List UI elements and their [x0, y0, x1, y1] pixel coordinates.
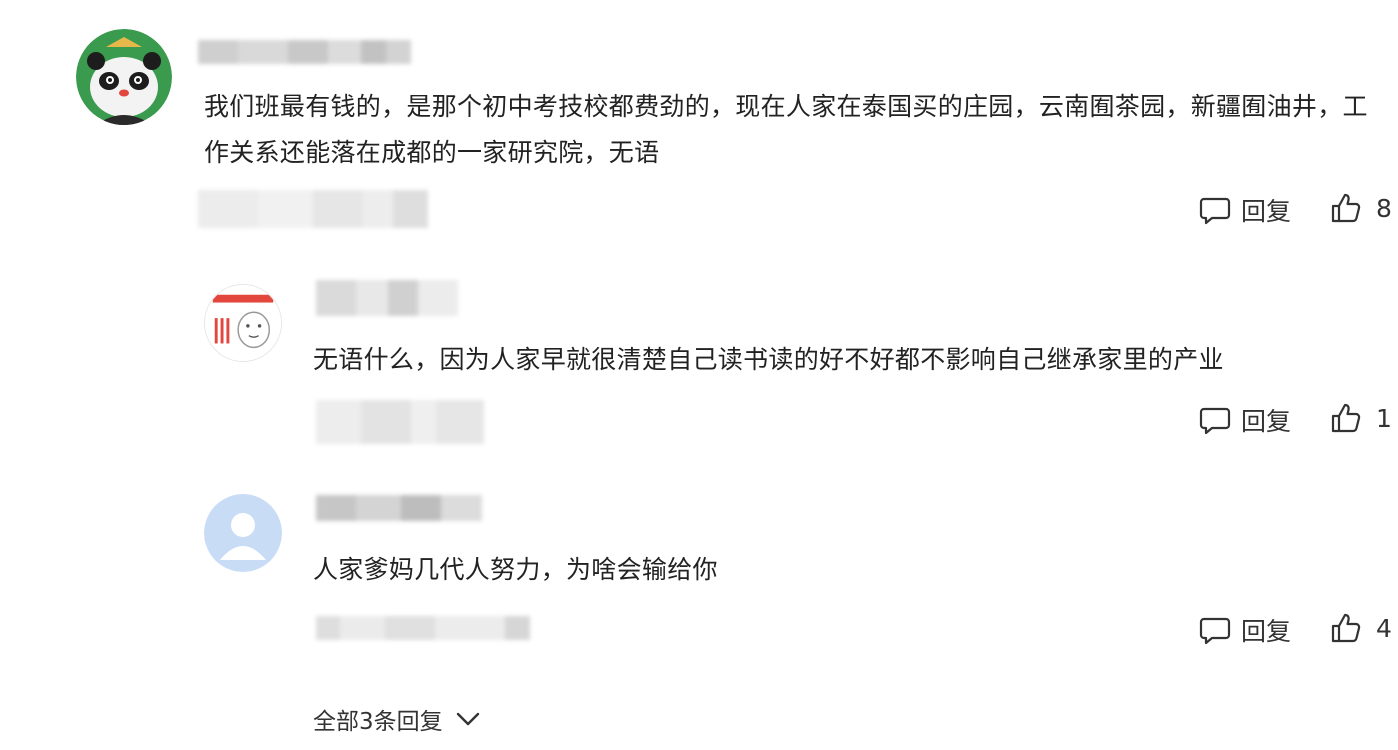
thumbs-up-icon	[1331, 613, 1361, 643]
like-count: 4	[1376, 613, 1392, 643]
expand-replies-label: 全部3条回复	[313, 709, 443, 735]
username-blurred	[316, 280, 458, 316]
avatar[interactable]	[204, 284, 282, 362]
chevron-down-icon	[456, 712, 479, 726]
comment-text: 人家爹妈几代人努力，为啥会输给你	[313, 555, 718, 584]
reply-button[interactable]: 回复	[1199, 402, 1291, 438]
thumbs-up-icon	[1331, 193, 1361, 223]
like-count: 8	[1376, 193, 1392, 223]
reply-label: 回复	[1241, 197, 1292, 226]
comment-text: 我们班最有钱的，是那个初中考技校都费劲的，现在人家在泰国买的庄园，云南囿茶园，新…	[204, 92, 1368, 167]
comment-meta-blurred	[316, 616, 530, 640]
avatar[interactable]	[76, 29, 172, 125]
cartoon-avatar-icon	[205, 285, 281, 361]
comment-meta-blurred	[316, 400, 484, 444]
reply-label: 回复	[1241, 407, 1292, 436]
comment-meta-blurred	[198, 190, 428, 228]
username-blurred	[198, 40, 411, 64]
comment-bubble-icon	[1199, 407, 1231, 435]
like-button[interactable]: 4	[1330, 612, 1392, 644]
reply-label: 回复	[1241, 617, 1292, 646]
reply-button[interactable]: 回复	[1199, 612, 1291, 648]
comment-bubble-icon	[1199, 197, 1231, 225]
default-user-avatar-icon	[204, 494, 282, 572]
avatar[interactable]	[204, 494, 282, 572]
reply-button[interactable]: 回复	[1199, 192, 1291, 228]
comment-text: 无语什么，因为人家早就很清楚自己读书读的好不好都不影响自己继承家里的产业	[313, 345, 1224, 374]
like-button[interactable]: 1	[1330, 402, 1392, 434]
like-button[interactable]: 8	[1330, 192, 1392, 224]
expand-replies-button[interactable]: 全部3条回复	[313, 702, 481, 736]
like-count: 1	[1376, 403, 1392, 433]
comment-bubble-icon	[1199, 617, 1231, 645]
panda-avatar-icon	[76, 29, 172, 125]
username-blurred	[316, 495, 482, 521]
thumbs-up-icon	[1331, 403, 1361, 433]
